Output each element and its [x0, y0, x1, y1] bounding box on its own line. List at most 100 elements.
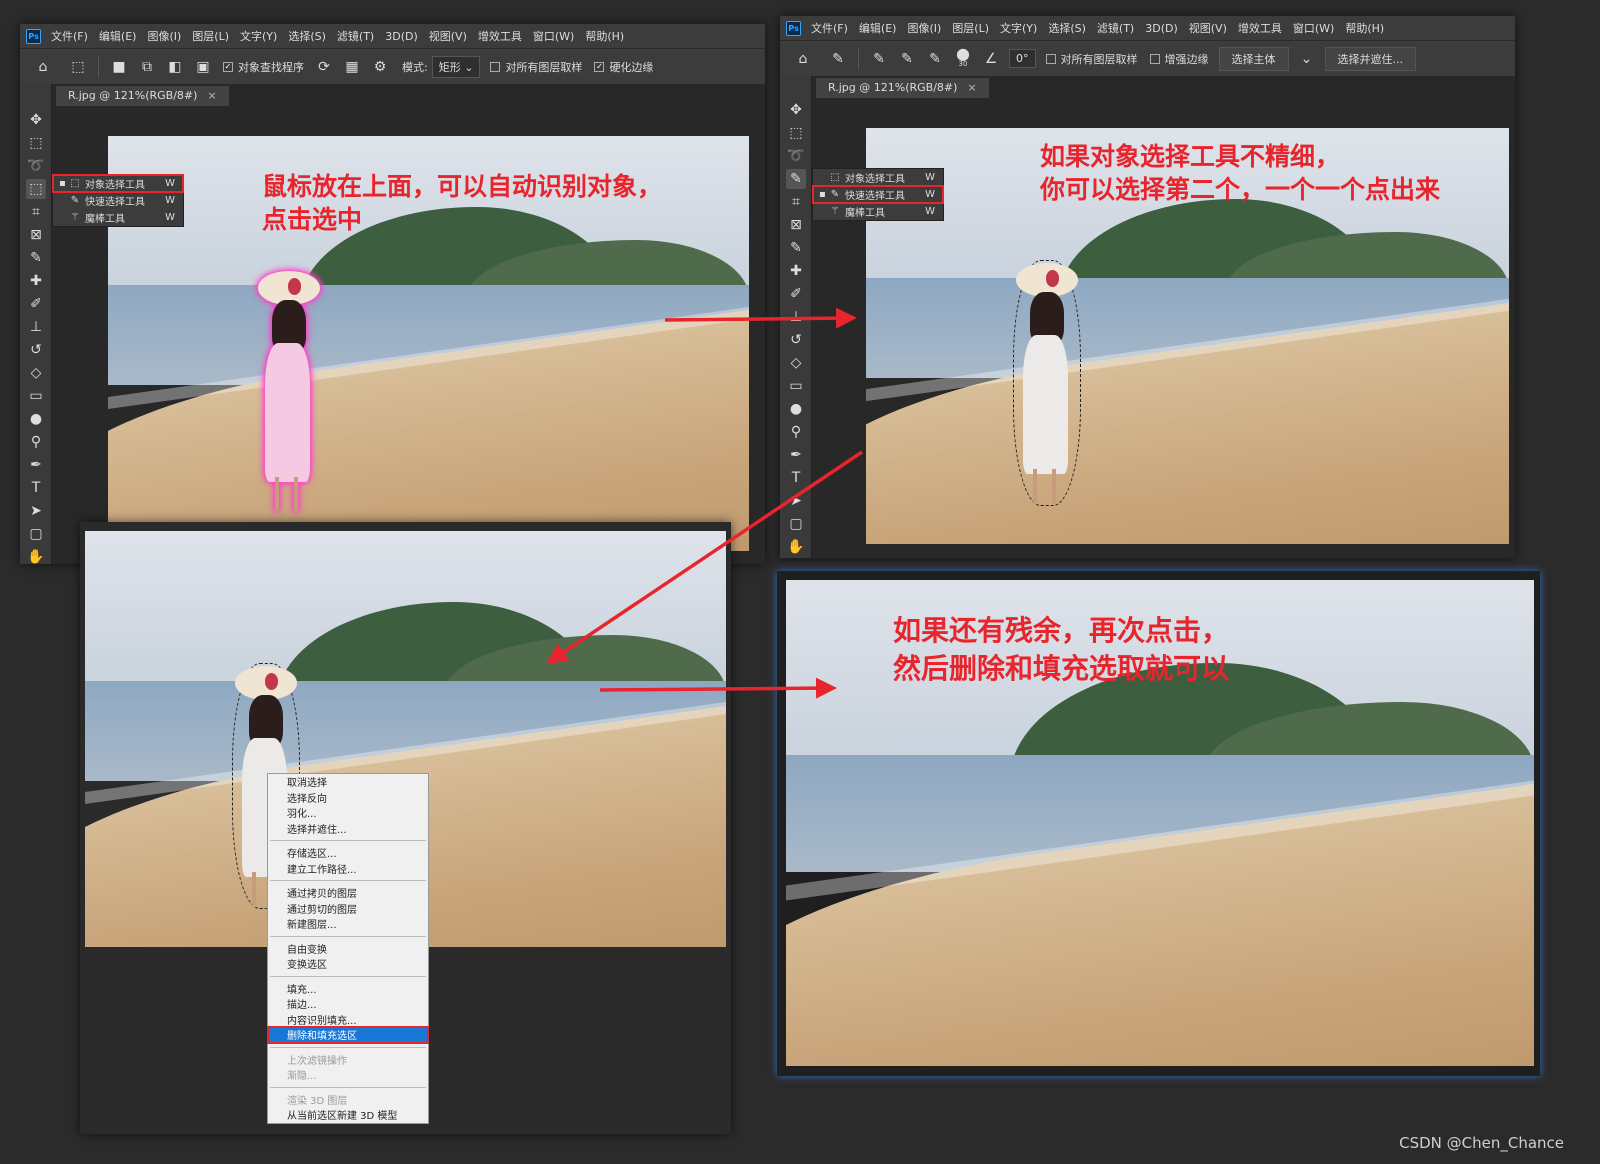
flyout-item-object-select[interactable]: ▪ ⬚ 对象选择工具 W — [52, 174, 184, 193]
ctx-save-selection[interactable]: 存储选区... — [268, 845, 428, 861]
healing-brush-tool-icon[interactable]: ✚ — [786, 261, 806, 281]
eraser-tool-icon[interactable]: ◇ — [786, 353, 806, 373]
quick-select-tool-icon[interactable]: ✎ — [786, 169, 806, 189]
menu-file[interactable]: 文件(F) — [51, 28, 88, 44]
new-selection-icon[interactable]: ■ — [108, 56, 130, 78]
frame-tool-icon[interactable]: ⊠ — [786, 215, 806, 235]
menu-select[interactable]: 选择(S) — [288, 28, 326, 44]
subtract-selection-icon[interactable]: ◧ — [164, 56, 186, 78]
chevron-down-icon[interactable]: ⌄ — [1296, 48, 1318, 70]
path-select-tool-icon[interactable]: ➤ — [26, 501, 46, 521]
type-tool-icon[interactable]: T — [786, 468, 806, 488]
flyout-item-object-select[interactable]: ⬚ 对象选择工具 W — [813, 169, 943, 186]
stamp-tool-icon[interactable]: ⊥ — [26, 317, 46, 337]
ctx-deselect[interactable]: 取消选择 — [268, 774, 428, 790]
menu-window[interactable]: 窗口(W) — [533, 28, 574, 44]
document-tab[interactable]: R.jpg @ 121%(RGB/8#) × — [816, 78, 989, 98]
eraser-tool-icon[interactable]: ◇ — [26, 363, 46, 383]
add-selection-icon[interactable]: ⧉ — [136, 56, 158, 78]
ctx-delete-and-fill-selection[interactable]: 删除和填充选区 — [267, 1026, 429, 1044]
flyout-item-magic-wand[interactable]: ⚚ 魔棒工具 W — [813, 203, 943, 220]
menu-image[interactable]: 图像(I) — [147, 28, 181, 44]
menu-layer[interactable]: 图层(L) — [952, 20, 989, 36]
crop-tool-icon[interactable]: ⌗ — [26, 202, 46, 222]
stamp-tool-icon[interactable]: ⊥ — [786, 307, 806, 327]
sample-all-layers-checkbox[interactable]: 对所有图层取样 — [1045, 51, 1138, 67]
gear-icon[interactable]: ⚙ — [369, 56, 391, 78]
menu-file[interactable]: 文件(F) — [811, 20, 848, 36]
add-selection-brush-icon[interactable]: ✎ — [896, 48, 918, 70]
menu-window[interactable]: 窗口(W) — [1293, 20, 1334, 36]
quick-select-preset-icon[interactable]: ✎ — [827, 48, 849, 70]
eyedropper-tool-icon[interactable]: ✎ — [786, 238, 806, 258]
document-tab[interactable]: R.jpg @ 121%(RGB/8#) × — [56, 86, 229, 106]
lasso-tool-icon[interactable]: ➰ — [26, 156, 46, 176]
intersect-selection-icon[interactable]: ▣ — [192, 56, 214, 78]
menu-view[interactable]: 视图(V) — [1189, 20, 1227, 36]
menu-layer[interactable]: 图层(L) — [192, 28, 229, 44]
angle-input[interactable]: 0° — [1009, 49, 1036, 68]
rectangle-tool-icon[interactable]: ▢ — [786, 514, 806, 534]
menu-edit[interactable]: 编辑(E) — [859, 20, 897, 36]
ctx-new-3d-from-selection[interactable]: 从当前选区新建 3D 模型 — [268, 1107, 428, 1123]
home-icon[interactable]: ⌂ — [792, 48, 814, 70]
healing-brush-tool-icon[interactable]: ✚ — [26, 271, 46, 291]
home-icon[interactable]: ⌂ — [32, 56, 54, 78]
object-select-preset-icon[interactable]: ⬚ — [67, 56, 89, 78]
menu-image[interactable]: 图像(I) — [907, 20, 941, 36]
move-tool-icon[interactable]: ✥ — [26, 110, 46, 130]
brush-size-picker[interactable]: ● 30 — [952, 45, 974, 70]
menu-help[interactable]: 帮助(H) — [1345, 20, 1384, 36]
refresh-icon[interactable]: ⟳ — [313, 56, 335, 78]
menu-type[interactable]: 文字(Y) — [1000, 20, 1037, 36]
lasso-tool-icon[interactable]: ➰ — [786, 146, 806, 166]
move-tool-icon[interactable]: ✥ — [786, 100, 806, 120]
ctx-transform-selection[interactable]: 变换选区 — [268, 956, 428, 972]
woman-figure-selected[interactable] — [1013, 260, 1081, 506]
close-icon[interactable]: × — [207, 89, 216, 102]
ctx-select-and-mask[interactable]: 选择并遮住... — [268, 821, 428, 837]
history-brush-tool-icon[interactable]: ↺ — [26, 340, 46, 360]
brush-tool-icon[interactable]: ✐ — [786, 284, 806, 304]
subtract-selection-brush-icon[interactable]: ✎ — [924, 48, 946, 70]
hard-edge-checkbox[interactable]: ✓ 硬化边缘 — [594, 59, 653, 75]
marquee-tool-icon[interactable]: ⬚ — [786, 123, 806, 143]
hand-tool-icon[interactable]: ✋ — [786, 537, 806, 557]
close-icon[interactable]: × — [967, 81, 976, 94]
gradient-tool-icon[interactable]: ▭ — [26, 386, 46, 406]
ctx-layer-via-cut[interactable]: 通过剪切的图层 — [268, 901, 428, 917]
object-finder-checkbox[interactable]: ✓ 对象查找程序 — [223, 59, 304, 75]
menu-edit[interactable]: 编辑(E) — [99, 28, 137, 44]
select-and-mask-button[interactable]: 选择并遮住... — [1324, 46, 1416, 71]
new-selection-brush-icon[interactable]: ✎ — [868, 48, 890, 70]
history-brush-tool-icon[interactable]: ↺ — [786, 330, 806, 350]
select-subject-button[interactable]: 选择主体 — [1218, 46, 1289, 71]
show-all-objects-icon[interactable]: ▦ — [341, 56, 363, 78]
frame-tool-icon[interactable]: ⊠ — [26, 225, 46, 245]
eyedropper-tool-icon[interactable]: ✎ — [26, 248, 46, 268]
ctx-stroke[interactable]: 描边... — [268, 996, 428, 1012]
ctx-content-aware-fill[interactable]: 内容识别填充... — [268, 1012, 428, 1028]
pen-tool-icon[interactable]: ✒ — [786, 445, 806, 465]
object-select-tool-icon[interactable]: ⬚ — [26, 179, 46, 199]
ctx-feather[interactable]: 羽化... — [268, 805, 428, 821]
rectangle-tool-icon[interactable]: ▢ — [26, 524, 46, 544]
ctx-new-layer[interactable]: 新建图层... — [268, 916, 428, 932]
ctx-make-work-path[interactable]: 建立工作路径... — [268, 861, 428, 877]
menu-filter[interactable]: 滤镜(T) — [337, 28, 374, 44]
menu-help[interactable]: 帮助(H) — [585, 28, 624, 44]
menu-3d[interactable]: 3D(D) — [385, 30, 418, 43]
crop-tool-icon[interactable]: ⌗ — [786, 192, 806, 212]
flyout-item-quick-select[interactable]: ✎ 快速选择工具 W — [53, 192, 183, 209]
dodge-tool-icon[interactable]: ⚲ — [26, 432, 46, 452]
dodge-tool-icon[interactable]: ⚲ — [786, 422, 806, 442]
pen-tool-icon[interactable]: ✒ — [26, 455, 46, 475]
ctx-fill[interactable]: 填充... — [268, 981, 428, 997]
mode-select[interactable]: 矩形 ⌄ — [431, 55, 481, 78]
gradient-tool-icon[interactable]: ▭ — [786, 376, 806, 396]
flyout-item-quick-select[interactable]: ▪ ✎ 快速选择工具 W — [812, 185, 944, 204]
sample-all-layers-checkbox[interactable]: 对所有图层取样 — [490, 59, 582, 75]
ctx-select-inverse[interactable]: 选择反向 — [268, 790, 428, 806]
menu-plugins[interactable]: 增效工具 — [478, 28, 522, 44]
path-select-tool-icon[interactable]: ➤ — [786, 491, 806, 511]
